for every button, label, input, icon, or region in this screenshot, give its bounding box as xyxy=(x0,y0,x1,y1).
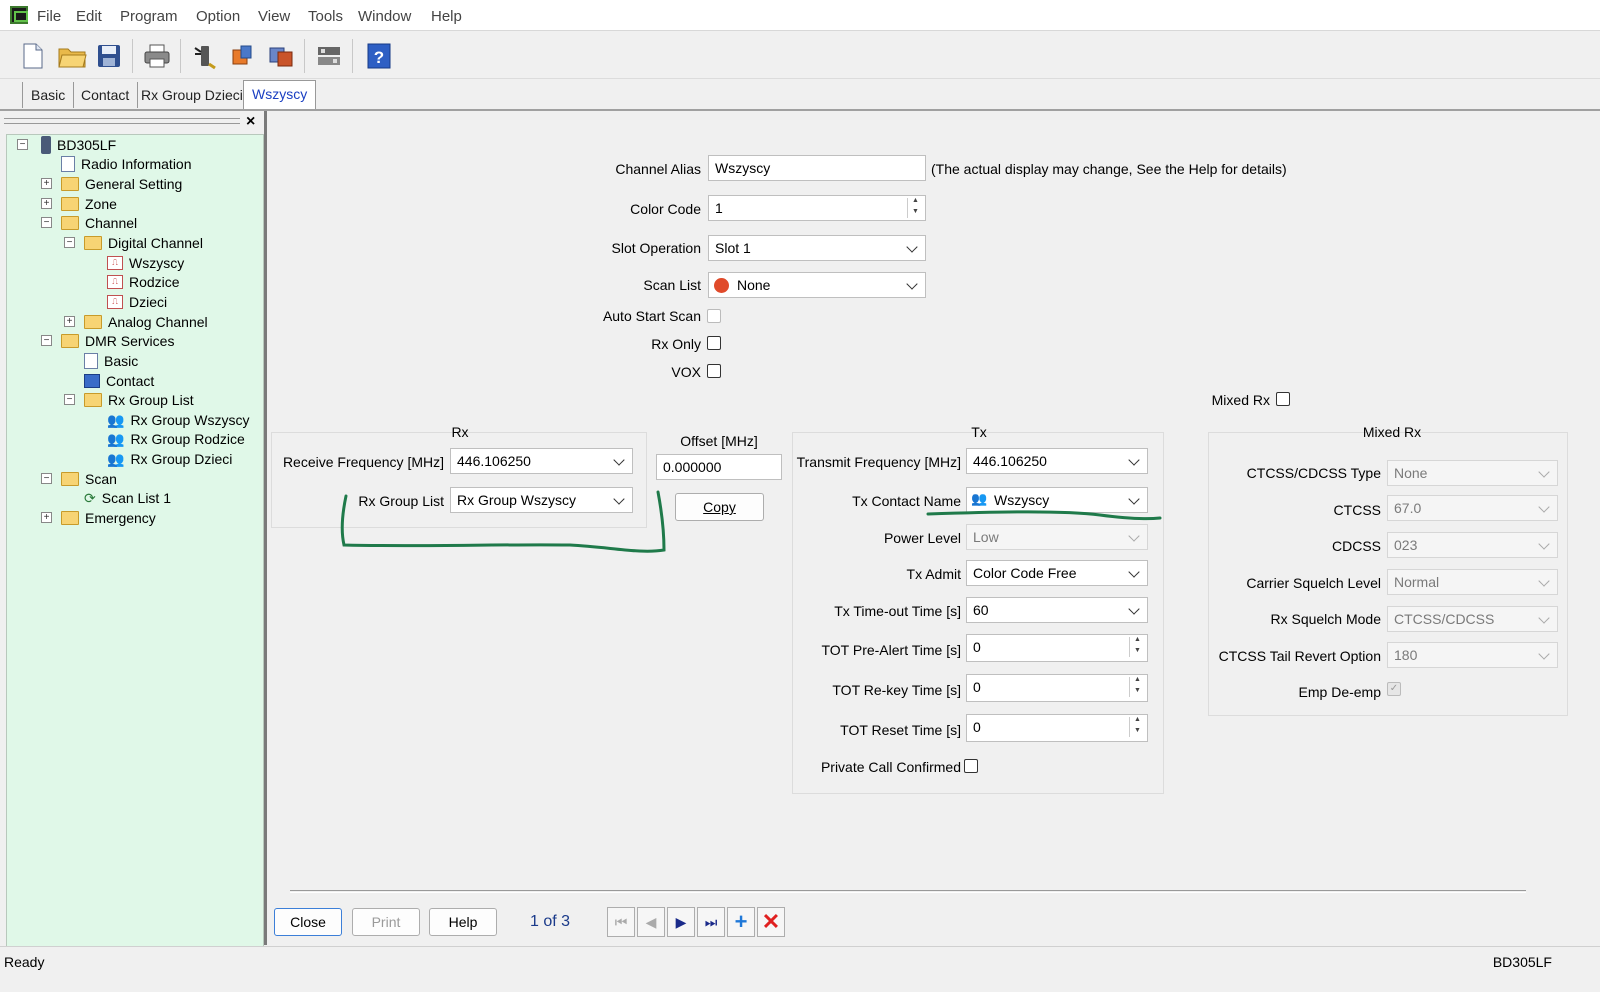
next-record-icon[interactable]: ▶ xyxy=(667,907,695,937)
status-device: BD305LF xyxy=(1492,954,1552,970)
bottom-separator xyxy=(290,890,1526,893)
status-text: Ready xyxy=(4,954,45,970)
previous-record-icon[interactable]: ◀ xyxy=(637,907,665,937)
page-indicator: 1 of 3 xyxy=(530,913,571,930)
annotation-strokes xyxy=(340,490,1162,553)
print-button[interactable]: Print xyxy=(352,908,420,936)
status-bar: Ready BD305LF xyxy=(0,946,1600,992)
delete-record-icon[interactable]: ✕ xyxy=(757,907,785,937)
add-record-icon[interactable]: + xyxy=(727,907,755,937)
first-record-icon[interactable]: ⏮ xyxy=(607,907,635,937)
help-button[interactable]: Help xyxy=(429,908,497,936)
close-button[interactable]: Close xyxy=(274,908,342,936)
last-record-icon[interactable]: ⏭ xyxy=(697,907,725,937)
